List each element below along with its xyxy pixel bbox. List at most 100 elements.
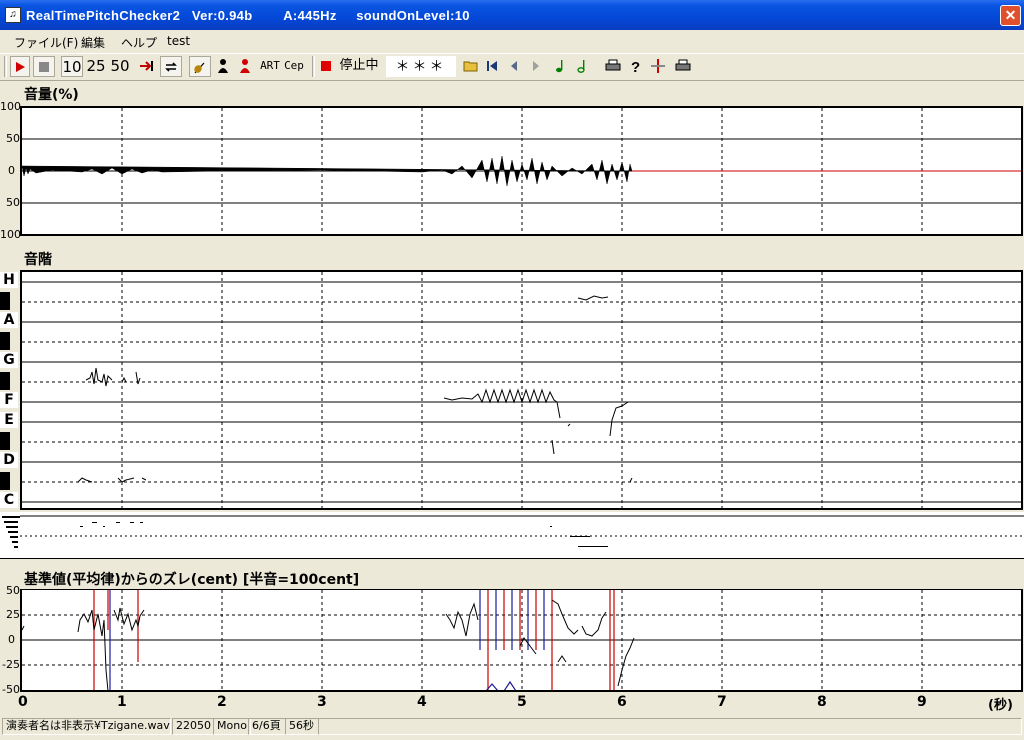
- menu-help[interactable]: ヘルプ: [121, 34, 157, 51]
- crosshair-icon: [651, 59, 665, 73]
- arrow-to-bar-icon: [140, 61, 153, 71]
- note-label-e: E: [0, 412, 18, 428]
- print-button[interactable]: [603, 56, 623, 77]
- deviation-ylabel-minus50: -50: [2, 683, 20, 696]
- black-key: [0, 432, 10, 450]
- x-tick-8: 8: [817, 694, 827, 710]
- first-page-button[interactable]: [483, 56, 501, 77]
- volume-ylabel-0: 0: [8, 164, 15, 177]
- x-tick-6: 6: [617, 694, 627, 710]
- question-icon: ?: [631, 59, 640, 76]
- status-file: 演奏者名は非表示¥Tzigane.wav: [2, 718, 171, 735]
- play-icon: [16, 62, 25, 72]
- deviation-ylabel-minus25: -25: [2, 658, 20, 671]
- folder-icon: [463, 61, 478, 72]
- menu-test[interactable]: test: [167, 34, 190, 48]
- record-stop-indicator: [318, 56, 334, 77]
- printer-icon: [675, 59, 691, 71]
- status-duration: 56秒: [285, 718, 319, 735]
- violin-icon: [194, 62, 205, 74]
- music-note-outline-icon: [577, 60, 585, 73]
- note-label-g: G: [0, 352, 18, 368]
- note-label-c: C: [0, 492, 18, 508]
- x-tick-2: 2: [217, 694, 227, 710]
- black-key: [0, 292, 10, 310]
- status-empty: [318, 718, 1022, 735]
- deviation-trace: [22, 590, 1021, 690]
- deviation-ylabel-50: 50: [6, 584, 20, 597]
- stop-icon: [39, 62, 49, 72]
- x-axis-unit: (秒): [988, 698, 1013, 713]
- volume-ylabel-100-top: 100: [0, 100, 21, 113]
- x-tick-4: 4: [417, 694, 427, 710]
- singer-red-button[interactable]: [235, 56, 255, 77]
- title-bar: ♫ RealTimePitchChecker2 Ver:0.94b A:445H…: [0, 0, 1024, 30]
- note-display: ＊＊＊: [386, 56, 456, 77]
- menu-edit[interactable]: 編集: [81, 34, 105, 51]
- loop-button[interactable]: [160, 56, 182, 77]
- x-tick-7: 7: [717, 694, 727, 710]
- toolbar: 10 25 50 ART Cep 停止中 ＊＊＊ ?: [0, 53, 1024, 81]
- status-label: 停止中: [339, 58, 379, 73]
- person-dark-icon: [218, 59, 228, 73]
- cep-button[interactable]: Cep: [282, 56, 306, 77]
- black-key: [0, 372, 10, 390]
- scale-title: 音階: [24, 252, 52, 268]
- note-green-button[interactable]: [552, 56, 570, 77]
- deviation-title: 基準値(平均律)からのズレ(cent) [半音=100cent]: [24, 572, 360, 588]
- print-setup-button[interactable]: [673, 56, 693, 77]
- next-page-button[interactable]: [527, 56, 545, 77]
- app-icon: ♫: [5, 7, 21, 23]
- loop-icon: [165, 62, 177, 72]
- volume-graph[interactable]: [20, 106, 1023, 236]
- music-note-icon: [556, 60, 563, 73]
- x-tick-3: 3: [317, 694, 327, 710]
- black-key: [0, 332, 10, 350]
- person-red-icon: [240, 59, 250, 73]
- play-button[interactable]: [10, 56, 30, 77]
- pitch-trace: [22, 272, 1021, 508]
- zoom-50-button[interactable]: 50: [109, 56, 131, 77]
- deviation-graph[interactable]: [20, 589, 1023, 692]
- note-green-outline-button[interactable]: [574, 56, 592, 77]
- next-icon: [533, 61, 539, 71]
- menu-file[interactable]: ファイル(F): [14, 34, 78, 51]
- art-button[interactable]: ART: [259, 56, 281, 77]
- note-label-d: D: [0, 452, 18, 468]
- prev-page-button[interactable]: [505, 56, 523, 77]
- x-tick-9: 9: [917, 694, 927, 710]
- stop-square-icon: [321, 61, 331, 71]
- singer-dark-button[interactable]: [213, 56, 233, 77]
- zoom-25-button[interactable]: 25: [85, 56, 107, 77]
- note-strip: [0, 512, 1024, 559]
- note-label-a: A: [0, 312, 18, 328]
- svg-text:?: ?: [631, 59, 640, 74]
- x-tick-1: 1: [117, 694, 127, 710]
- x-tick-0: 0: [18, 694, 28, 710]
- marker-button[interactable]: [648, 56, 668, 77]
- black-key: [0, 472, 10, 490]
- stop-button[interactable]: [33, 56, 55, 77]
- zoom-10-button[interactable]: 10: [61, 56, 83, 77]
- status-bar: 演奏者名は非表示¥Tzigane.wav 22050 Mono 6/6頁 56秒: [0, 716, 1024, 736]
- prev-icon: [511, 61, 517, 71]
- menu-bar: ファイル(F) 編集 ヘルプ test: [0, 30, 1024, 52]
- status-rate: 22050: [172, 718, 214, 735]
- printer-icon: [605, 59, 621, 71]
- help-button[interactable]: ?: [626, 56, 644, 77]
- open-file-button[interactable]: [461, 56, 481, 77]
- violin-button[interactable]: [189, 56, 211, 77]
- volume-ylabel-50-bottom: 50: [6, 196, 20, 209]
- scale-graph[interactable]: [20, 270, 1023, 510]
- note-strip-marks: [2, 515, 1024, 548]
- volume-ylabel-50-top: 50: [6, 132, 20, 145]
- volume-ylabel-100-bottom: 100: [0, 228, 21, 241]
- jump-end-button[interactable]: [137, 56, 157, 77]
- close-button[interactable]: ✕: [1000, 5, 1021, 26]
- volume-waveform: [22, 108, 1021, 234]
- volume-title: 音量(%): [24, 87, 79, 103]
- x-tick-5: 5: [517, 694, 527, 710]
- status-channels: Mono: [213, 718, 251, 735]
- skip-back-icon: [487, 61, 497, 71]
- note-label-h: H: [0, 272, 18, 288]
